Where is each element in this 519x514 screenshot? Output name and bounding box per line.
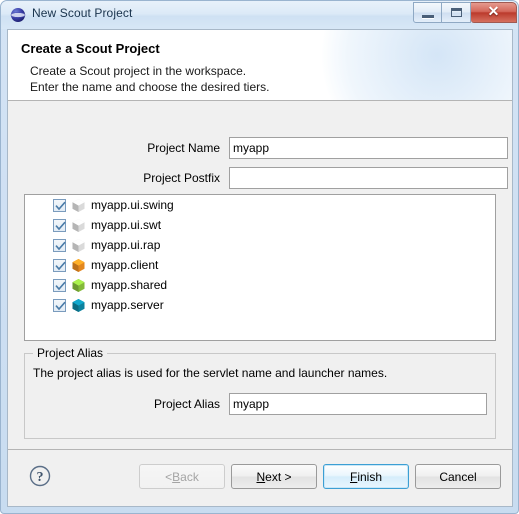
- title-bar: New Scout Project ✕: [1, 1, 518, 29]
- project-alias-row: Project Alias: [25, 393, 497, 415]
- project-name-row: Project Name: [8, 137, 512, 159]
- tier-checkbox[interactable]: [53, 198, 66, 212]
- tier-checkbox[interactable]: [53, 278, 66, 292]
- hexagon-icon: [71, 298, 86, 313]
- minimize-button[interactable]: [413, 2, 442, 23]
- finish-button[interactable]: Finish: [323, 464, 409, 489]
- project-alias-group: Project Alias The project alias is used …: [24, 346, 497, 439]
- tier-list-item[interactable]: myapp.client: [25, 255, 495, 275]
- hexagon-icon: [71, 238, 86, 253]
- tier-list-item[interactable]: myapp.shared: [25, 275, 495, 295]
- back-button: < Back: [139, 464, 225, 489]
- tier-label: myapp.server: [91, 298, 164, 312]
- maximize-button[interactable]: [442, 2, 471, 23]
- page-description: Create a Scout project in the workspace.…: [30, 63, 269, 95]
- dialog-window: New Scout Project ✕ Create a Scout Proje…: [0, 0, 519, 514]
- hexagon-icon: [71, 218, 86, 233]
- restore-icon: [451, 8, 462, 17]
- wizard-body: Project Name Project Postfix myapp.ui.sw…: [8, 101, 512, 476]
- next-button[interactable]: Next >: [231, 464, 317, 489]
- tier-list-item[interactable]: myapp.ui.rap: [25, 235, 495, 255]
- eclipse-sphere-icon: [10, 7, 26, 23]
- project-postfix-row: Project Postfix: [8, 167, 512, 189]
- project-postfix-label: Project Postfix: [143, 171, 220, 185]
- tier-checkbox[interactable]: [53, 298, 66, 312]
- tier-label: myapp.ui.rap: [91, 238, 161, 252]
- close-button[interactable]: ✕: [471, 2, 517, 23]
- page-description-line2: Enter the name and choose the desired ti…: [30, 80, 270, 94]
- cancel-button[interactable]: Cancel: [415, 464, 501, 489]
- wizard-buttons: < Back Next > Finish Cancel: [139, 464, 501, 489]
- tier-list[interactable]: myapp.ui.swing myapp.ui.swt myapp.ui.rap my…: [24, 194, 496, 341]
- dialog-button-bar: ? < Back Next > Finish Cancel: [8, 449, 512, 506]
- tier-label: myapp.client: [91, 258, 159, 272]
- project-alias-group-title: Project Alias: [33, 346, 108, 360]
- page-title: Create a Scout Project: [21, 41, 160, 56]
- tier-label: myapp.ui.swing: [91, 198, 174, 212]
- project-alias-group-description: The project alias is used for the servle…: [33, 366, 388, 380]
- header-sheen-decoration: [322, 30, 512, 100]
- tier-list-item[interactable]: myapp.ui.swt: [25, 215, 495, 235]
- dialog-client-area: Create a Scout Project Create a Scout pr…: [7, 29, 513, 507]
- project-alias-input[interactable]: [229, 393, 487, 415]
- hexagon-icon: [71, 258, 86, 273]
- close-icon: ✕: [487, 4, 500, 20]
- tier-checkbox[interactable]: [53, 218, 66, 232]
- hexagon-icon: [71, 278, 86, 293]
- tier-label: myapp.ui.swt: [91, 218, 162, 232]
- tier-list-item[interactable]: myapp.server: [25, 295, 495, 315]
- tier-label: myapp.shared: [91, 278, 168, 292]
- project-alias-label: Project Alias: [153, 397, 220, 411]
- page-description-line1: Create a Scout project in the workspace.: [30, 64, 247, 78]
- tier-checkbox[interactable]: [53, 258, 66, 272]
- window-title: New Scout Project: [32, 6, 133, 20]
- tier-checkbox[interactable]: [53, 238, 66, 252]
- tier-list-item[interactable]: myapp.ui.swing: [25, 195, 495, 215]
- project-name-input[interactable]: [229, 137, 508, 159]
- project-name-label: Project Name: [147, 141, 220, 155]
- project-postfix-input[interactable]: [229, 167, 508, 189]
- wizard-header: Create a Scout Project Create a Scout pr…: [8, 30, 512, 101]
- window-controls: ✕: [413, 2, 517, 23]
- question-mark-icon[interactable]: ?: [29, 465, 51, 487]
- hexagon-icon: [71, 198, 86, 213]
- svg-text:?: ?: [37, 470, 44, 485]
- minimize-icon: [422, 15, 434, 19]
